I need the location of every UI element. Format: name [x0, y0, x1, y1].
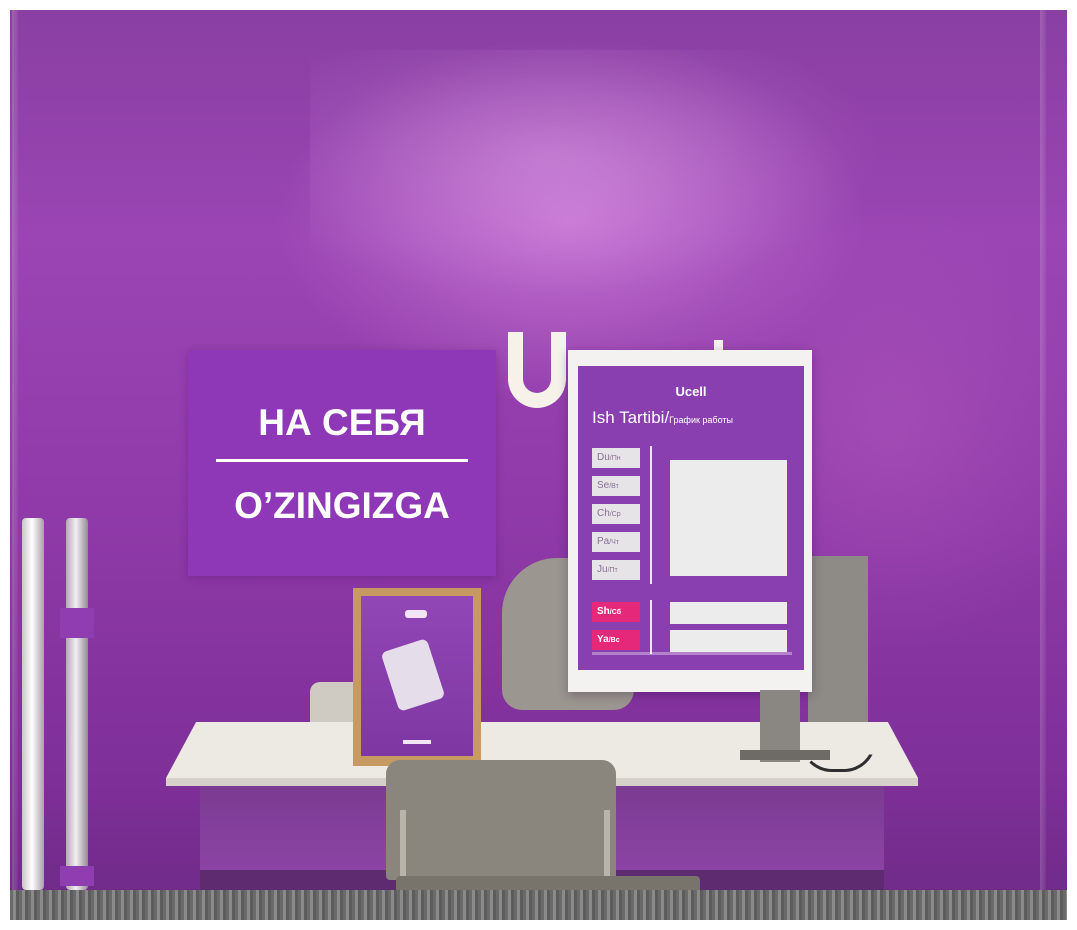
- day-thursday: Pa/Чт: [592, 532, 640, 552]
- schedule-brand: Ucell: [675, 384, 707, 399]
- schedule-title-small: График работы: [669, 415, 733, 425]
- saturday-hours-box: [670, 602, 787, 624]
- floor: [10, 890, 1067, 920]
- front-chair-back: [386, 760, 616, 880]
- flyer-caption: [403, 740, 431, 744]
- door-handle-right[interactable]: [66, 518, 88, 890]
- day-label: Du: [597, 452, 610, 463]
- ucell-office-scene: НА СЕБЯ O’ZINGIZGA Ucell Ish Tartibi/Гра…: [10, 10, 1067, 920]
- day-sub: /Сб: [609, 609, 622, 616]
- schedule-footer-line: [592, 652, 792, 655]
- day-label: Ya: [597, 634, 609, 645]
- day-label: Sh: [597, 606, 610, 617]
- monitor: [808, 556, 868, 726]
- flyer-poster: [361, 596, 473, 756]
- day-label: Pa: [597, 536, 610, 547]
- day-monday: Du/Пн: [592, 448, 640, 468]
- day-saturday: Sh/Сб: [592, 602, 640, 622]
- window-reflection: [310, 50, 910, 310]
- ucell-letter-u: [508, 332, 566, 408]
- schedule-title: Ish Tartibi/График работы: [592, 408, 733, 428]
- day-label: Ch: [597, 508, 610, 519]
- schedule-title-main: Ish Tartibi/: [592, 408, 670, 427]
- slogan-sign: НА СЕБЯ O’ZINGIZGA: [188, 350, 496, 576]
- schedule-panel: Ucell Ish Tartibi/График работы Du/Пн Se…: [568, 350, 812, 692]
- day-tuesday: Se/Вт: [592, 476, 640, 496]
- phone-icon: [380, 638, 446, 712]
- schedule-inner: Ucell Ish Tartibi/График работы Du/Пн Se…: [578, 366, 804, 670]
- day-sunday: Ya/Вс: [592, 630, 640, 650]
- day-wednesday: Ch/Ср: [592, 504, 640, 524]
- slogan-bottom-text: O’ZINGIZGA: [234, 485, 450, 526]
- weekday-separator: [650, 446, 652, 584]
- day-sub: /Чт: [609, 539, 620, 546]
- glass-edge-right: [1040, 10, 1046, 920]
- slogan-top-text: НА СЕБЯ: [258, 402, 426, 443]
- day-sub: /Пт: [607, 567, 618, 574]
- day-sub: /Вт: [609, 483, 619, 490]
- day-sub: /Ср: [609, 511, 621, 518]
- glass-edge-left: [12, 10, 18, 920]
- door-handle-clip: [60, 608, 94, 638]
- slogan-divider: [216, 459, 468, 462]
- day-label: Ju: [597, 564, 608, 575]
- flyer-stand: [353, 588, 481, 766]
- sunday-hours-box: [670, 630, 787, 652]
- day-sub: /Вс: [608, 637, 620, 644]
- day-label: Se: [597, 480, 610, 491]
- flyer-logo: [405, 610, 427, 618]
- day-friday: Ju/Пт: [592, 560, 640, 580]
- door-handle-clip: [60, 866, 94, 886]
- weekend-separator: [650, 600, 652, 654]
- weekday-hours-box: [670, 460, 787, 576]
- day-sub: /Пн: [609, 455, 621, 462]
- door-handle-left[interactable]: [22, 518, 44, 890]
